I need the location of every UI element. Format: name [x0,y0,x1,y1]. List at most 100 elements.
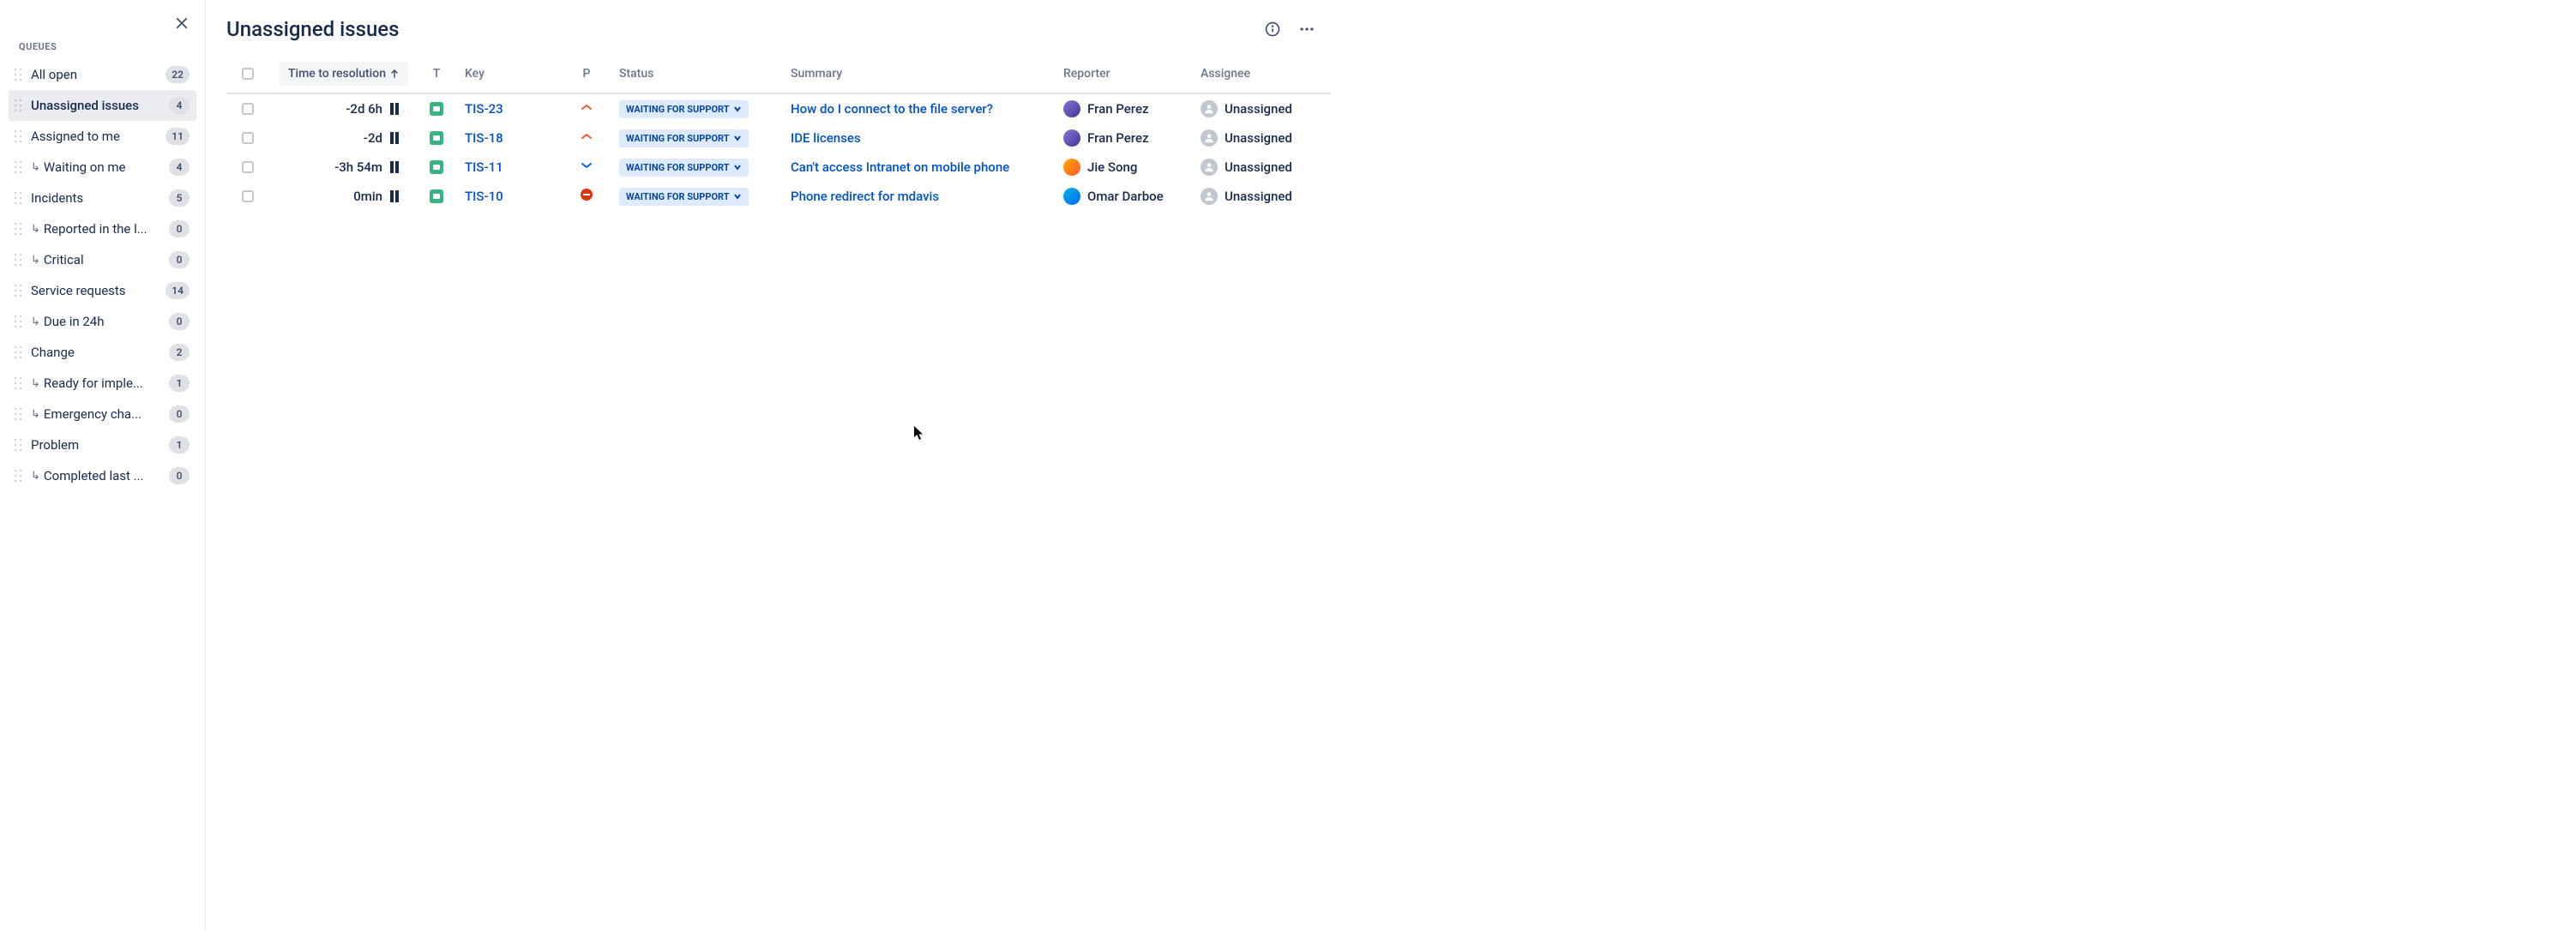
issue-key-link[interactable]: TIS-11 [465,159,503,175]
cell-time: 0min [269,189,415,204]
close-icon[interactable] [174,15,190,34]
priority-icon [580,159,593,172]
cell-assignee: Unassigned [1194,100,1331,117]
issue-key-link[interactable]: TIS-18 [465,130,503,146]
queue-count-badge: 0 [169,405,190,423]
column-key[interactable]: Key [458,67,561,81]
cell-type [415,189,458,204]
assignee-name: Unassigned [1225,189,1292,204]
drag-handle-icon [14,438,22,452]
cell-status: WAITING FOR SUPPORT [612,129,784,147]
cell-priority [561,159,612,176]
priority-icon [580,100,593,114]
cell-assignee: Unassigned [1194,129,1331,147]
sidebar-queue-item[interactable]: All open 22 [9,59,196,90]
sidebar-queue-item[interactable]: ↳ Critical 0 [9,244,196,275]
issue-type-icon [430,160,443,174]
sidebar-queue-item[interactable]: Change 2 [9,337,196,368]
queue-label: All open [31,67,77,82]
queue-label: Due in 24h [44,314,105,329]
column-summary[interactable]: Summary [784,67,1056,81]
column-reporter[interactable]: Reporter [1056,67,1194,81]
table-row[interactable]: -2d 6h TIS-23 WAITING FOR SUPPORT How do… [226,94,1331,123]
cell-summary: Phone redirect for mdavis [784,189,1056,204]
sidebar-queue-item[interactable]: ↳ Due in 24h 0 [9,306,196,337]
drag-handle-icon [14,68,22,81]
queue-count-badge: 1 [169,375,190,392]
status-label: WAITING FOR SUPPORT [626,191,730,202]
drag-handle-icon [14,160,22,174]
row-checkbox[interactable] [226,132,269,144]
status-lozenge[interactable]: WAITING FOR SUPPORT [619,100,749,118]
cell-time: -2d [269,130,415,146]
status-lozenge[interactable]: WAITING FOR SUPPORT [619,188,749,206]
reporter-name: Fran Perez [1087,130,1149,146]
queue-count-badge: 5 [169,189,190,207]
sidebar-queue-item[interactable]: Unassigned issues 4 [9,90,196,121]
queue-count-badge: 0 [169,313,190,330]
pause-icon [389,103,400,115]
queue-count-badge: 2 [169,344,190,361]
time-value: 0min [353,189,382,204]
row-checkbox[interactable] [226,161,269,173]
column-assignee[interactable]: Assignee [1194,67,1331,81]
info-icon[interactable] [1262,19,1283,39]
sidebar-queue-item[interactable]: ↳ Emergency cha... 0 [9,399,196,429]
status-lozenge[interactable]: WAITING FOR SUPPORT [619,159,749,177]
row-checkbox[interactable] [226,190,269,202]
cell-priority [561,129,612,147]
summary-link[interactable]: Can't access Intranet on mobile phone [791,159,1009,175]
issue-type-icon [430,189,443,203]
sidebar: QUEUES All open 22 Unassigned issues 4 A… [0,0,206,931]
queue-label: Critical [44,252,84,267]
sidebar-queue-item[interactable]: ↳ Waiting on me 4 [9,152,196,183]
cell-type [415,160,458,175]
queue-count-badge: 14 [166,282,190,299]
column-time-label: Time to resolution [288,67,386,81]
sidebar-queue-item[interactable]: ↳ Completed last ... 0 [9,460,196,491]
status-lozenge[interactable]: WAITING FOR SUPPORT [619,129,749,147]
avatar [1063,159,1080,176]
queue-label: Service requests [31,283,126,298]
page-title: Unassigned issues [226,17,400,41]
column-priority[interactable]: P [561,67,612,81]
cell-time: -2d 6h [269,101,415,117]
status-label: WAITING FOR SUPPORT [626,133,730,144]
row-checkbox[interactable] [226,103,269,115]
chevron-down-icon [733,134,742,142]
issue-type-icon [430,131,443,145]
queue-label: Ready for imple... [44,375,143,391]
cell-summary: IDE licenses [784,130,1056,146]
column-type[interactable]: T [415,67,458,81]
table-row[interactable]: -2d TIS-18 WAITING FOR SUPPORT IDE licen… [226,123,1331,153]
sidebar-queue-item[interactable]: ↳ Reported in the l... 0 [9,213,196,244]
child-arrow-icon: ↳ [31,315,40,328]
sidebar-queue-item[interactable]: ↳ Ready for imple... 1 [9,368,196,399]
table-row[interactable]: 0min TIS-10 WAITING FOR SUPPORT Phone re… [226,182,1331,211]
drag-handle-icon [14,129,22,143]
column-time-to-resolution[interactable]: Time to resolution [269,62,415,86]
avatar [1063,129,1080,147]
cell-summary: How do I connect to the file server? [784,101,1056,117]
queue-list: All open 22 Unassigned issues 4 Assigned… [7,59,198,491]
queue-count-badge: 4 [169,159,190,176]
table-row[interactable]: -3h 54m TIS-11 WAITING FOR SUPPORT Can't… [226,153,1331,182]
child-arrow-icon: ↳ [31,377,40,390]
more-icon[interactable] [1297,19,1317,39]
sidebar-queue-item[interactable]: Assigned to me 11 [9,121,196,152]
column-status[interactable]: Status [612,67,784,81]
issue-key-link[interactable]: TIS-23 [465,101,503,117]
issue-key-link[interactable]: TIS-10 [465,189,503,204]
assignee-name: Unassigned [1225,101,1292,117]
sidebar-queue-item[interactable]: Incidents 5 [9,183,196,213]
cell-key: TIS-11 [458,159,561,175]
sidebar-queue-item[interactable]: Problem 1 [9,429,196,460]
sidebar-queue-item[interactable]: Service requests 14 [9,275,196,306]
priority-icon [580,188,593,201]
summary-link[interactable]: Phone redirect for mdavis [791,189,939,204]
select-all-checkbox[interactable] [226,68,269,80]
cell-status: WAITING FOR SUPPORT [612,100,784,118]
summary-link[interactable]: IDE licenses [791,130,861,146]
avatar [1063,188,1080,205]
summary-link[interactable]: How do I connect to the file server? [791,101,993,117]
